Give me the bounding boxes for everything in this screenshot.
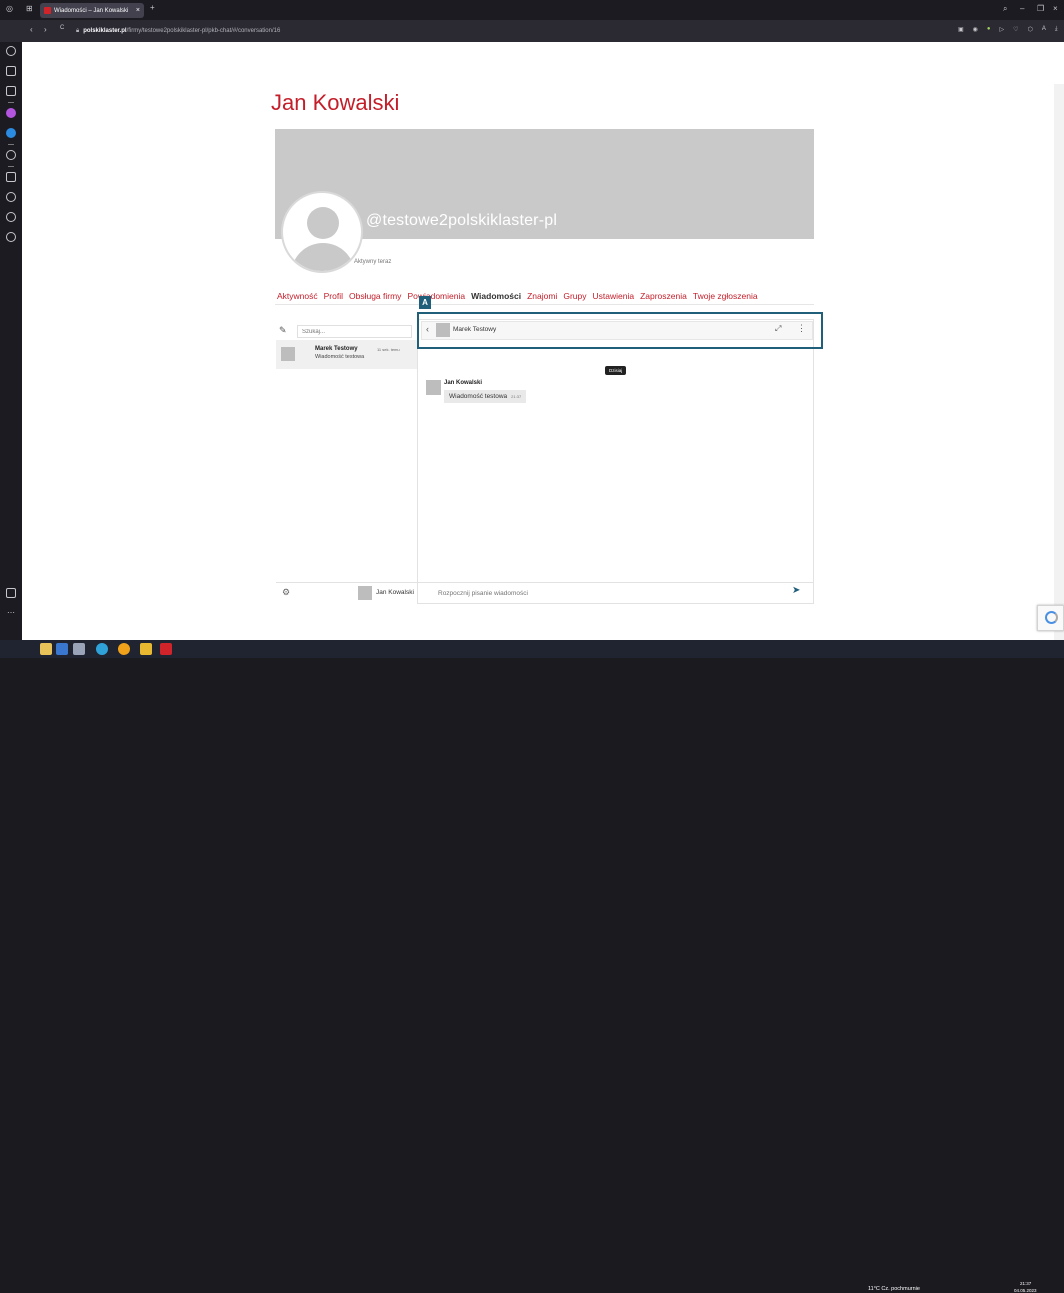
sidebar-divider	[8, 144, 14, 145]
text-icon[interactable]: A	[1042, 26, 1046, 33]
panel-toggle-icon[interactable]	[6, 588, 16, 598]
conversation-time: 11 sek. temu	[377, 347, 400, 352]
day-separator: Dzisiaj	[605, 366, 627, 375]
nav-item-invitations[interactable]: Zaproszenia	[640, 291, 687, 301]
compose-icon[interactable]: ✎	[279, 325, 287, 336]
message-author: Jan Kowalski	[444, 380, 483, 386]
play-icon[interactable]: ▷	[1000, 26, 1005, 33]
search-input[interactable]	[297, 325, 412, 338]
recaptcha-icon	[1045, 611, 1058, 624]
weather-text[interactable]: 11°C Cz. pochmurnie	[868, 1286, 920, 1292]
profile-avatar[interactable]	[281, 191, 363, 273]
task-view-icon[interactable]	[73, 643, 85, 655]
tab-title: Wiadomości – Jan Kowalski	[54, 7, 129, 14]
nav-item-profile[interactable]: Profil	[324, 291, 343, 301]
edge-icon[interactable]	[96, 643, 108, 655]
clock-icon[interactable]	[6, 192, 16, 202]
status-text: Aktywny teraz	[354, 259, 392, 265]
cube-icon[interactable]	[6, 212, 16, 222]
address-bar-row: ‹ › C 🔒︎ polskiklaster.pl/firmy/testowe2…	[0, 20, 1064, 42]
browser-tab[interactable]: Wiadomości – Jan Kowalski ×	[40, 3, 144, 18]
conversation-preview: Wiadomość testowa	[315, 354, 365, 360]
nav-item-company[interactable]: Obsługa firmy	[349, 291, 401, 301]
avatar-head-icon	[307, 207, 339, 239]
nav-item-reports[interactable]: Twoje zgłoszenia	[693, 291, 758, 301]
avatar	[281, 347, 295, 361]
nav-item-settings[interactable]: Ustawienia	[592, 291, 634, 301]
player-icon[interactable]	[6, 150, 16, 160]
os-taskbar: 11°C Cz. pochmurnie 21:37 04.05.2023	[0, 640, 1064, 1293]
nav-divider	[275, 304, 814, 305]
messenger-icon[interactable]	[6, 108, 16, 118]
lock-icon: 🔒︎	[76, 27, 80, 34]
tab-overview-icon[interactable]: ⊞	[26, 4, 33, 13]
profile-handle: @testowe2polskiklaster-pl	[366, 212, 558, 229]
back-button[interactable]: ‹	[30, 25, 33, 34]
minimize-button[interactable]: –	[1020, 4, 1024, 13]
nav-item-messages[interactable]: Wiadomości	[471, 291, 521, 301]
telegram-icon[interactable]	[6, 128, 16, 138]
page-scrollbar[interactable]	[1054, 84, 1064, 640]
message-time: 21:37	[511, 394, 522, 399]
tab-close-icon[interactable]: ×	[136, 7, 140, 14]
bag-icon[interactable]	[6, 66, 16, 76]
clock-date[interactable]: 04.05.2023	[1014, 1288, 1037, 1293]
nav-item-activity[interactable]: Aktywność	[277, 291, 318, 301]
sidebar-divider	[8, 166, 14, 167]
edit-icon[interactable]	[6, 172, 16, 182]
window-close-button[interactable]: ×	[1053, 4, 1058, 13]
clock-time[interactable]: 21:37	[1020, 1281, 1031, 1286]
reload-button[interactable]: C	[60, 25, 64, 31]
message-text: Wiadomość testowa	[449, 393, 508, 400]
nav-item-groups[interactable]: Grupy	[563, 291, 586, 301]
url-host: polskiklaster.pl	[83, 28, 127, 34]
settings-gear-icon[interactable]: ⚙	[282, 587, 290, 598]
current-user-avatar	[358, 586, 372, 600]
profile-title: Jan Kowalski	[271, 90, 400, 115]
conversation-name: Marek Testowy	[315, 346, 358, 352]
settings-icon[interactable]	[6, 232, 16, 242]
nav-item-friends[interactable]: Znajomi	[527, 291, 557, 301]
more-icon[interactable]: ⋯	[7, 608, 15, 617]
current-user-name: Jan Kowalski	[376, 589, 414, 596]
heart-icon[interactable]: ♡	[1013, 26, 1018, 33]
url-path: /firmy/testowe2polskiklaster-pl/pkb-chat…	[126, 28, 281, 34]
message-avatar	[426, 380, 441, 395]
download-icon[interactable]: ⤓	[1055, 26, 1058, 33]
browser-tab-bar: ◎ ⊞ Wiadomości – Jan Kowalski × + ⌕ – ❐ …	[0, 0, 1064, 20]
annotation-label: A	[419, 296, 431, 309]
browser-sidebar: ⋯	[0, 42, 22, 640]
reader-icon[interactable]: ▣	[958, 26, 964, 33]
avatar-body-icon	[291, 243, 355, 271]
vivaldi-icon[interactable]	[160, 643, 172, 655]
widgets-icon[interactable]	[40, 643, 52, 655]
camera-icon[interactable]: ◉	[973, 26, 978, 33]
sidebar-divider	[8, 102, 14, 103]
message-bubble: Wiadomość testowa 21:37	[444, 390, 527, 403]
cube-icon[interactable]: ⬡	[1028, 26, 1033, 33]
search-icon[interactable]: ⌕	[1003, 4, 1007, 14]
briefcase-icon[interactable]	[6, 86, 16, 96]
maximize-button[interactable]: ❐	[1037, 4, 1044, 13]
new-tab-button[interactable]: +	[150, 3, 155, 12]
recaptcha-badge[interactable]	[1037, 605, 1064, 631]
forward-button[interactable]: ›	[44, 25, 47, 34]
browser-toolbar-icons: ▣ ◉ ● ▷ ♡ ⬡ A ⤓ ≡	[958, 26, 1064, 33]
site-favicon-icon	[44, 7, 51, 14]
web-page: Jan Kowalski @testowe2polskiklaster-pl A…	[22, 42, 1064, 640]
send-icon[interactable]: ➤	[792, 585, 800, 596]
url-field[interactable]: 🔒︎ polskiklaster.pl/firmy/testowe2polski…	[76, 24, 936, 38]
nav-item-notifications[interactable]: Powiadomienia	[407, 291, 465, 301]
browser-menu-icon[interactable]: ◎	[6, 4, 13, 13]
shield-icon[interactable]: ●	[987, 26, 991, 33]
explorer-icon[interactable]	[140, 643, 152, 655]
start-icon[interactable]	[56, 643, 68, 655]
highlight-box	[417, 312, 823, 349]
chrome-icon[interactable]	[118, 643, 130, 655]
speed-dial-icon[interactable]	[6, 46, 16, 56]
message-input[interactable]	[438, 587, 778, 599]
profile-nav: Aktywność Profil Obsługa firmy Powiadomi…	[277, 291, 758, 301]
